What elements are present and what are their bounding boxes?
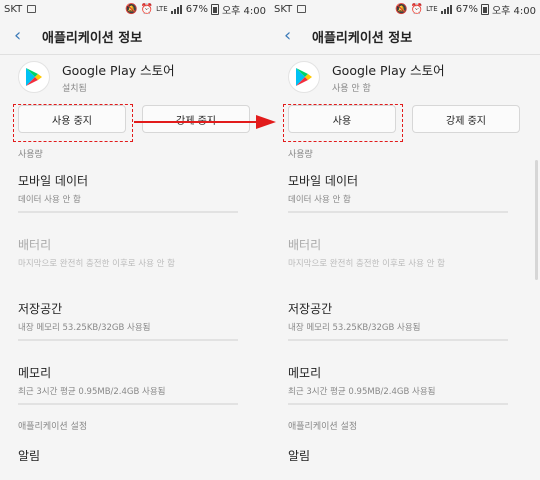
list-item-mobile-data[interactable]: 모바일 데이터 데이터 사용 안 함 bbox=[0, 161, 270, 225]
signal-icon bbox=[440, 4, 453, 14]
gallery-notification-icon bbox=[297, 5, 307, 13]
list-item-notifications[interactable]: 알림 bbox=[270, 433, 540, 480]
play-store-icon bbox=[288, 61, 320, 93]
usage-bar bbox=[18, 211, 238, 213]
list-item-mobile-data[interactable]: 모바일 데이터 데이터 사용 안 함 bbox=[270, 161, 540, 225]
app-name: Google Play 스토어 bbox=[62, 63, 175, 78]
memory-bar bbox=[18, 403, 238, 405]
item-title: 메모리 bbox=[18, 366, 52, 380]
battery-percent: 67% bbox=[455, 3, 478, 15]
item-subtitle: 내장 메모리 53.25KB/32GB 사용됨 bbox=[18, 323, 151, 333]
item-subtitle: 내장 메모리 53.25KB/32GB 사용됨 bbox=[288, 323, 421, 333]
clock: 오후 4:00 bbox=[491, 5, 536, 17]
status-bar: SKT 🔕 ⏰ LTE 67% 오후 4:00 bbox=[270, 0, 540, 18]
section-usage: 사용량 bbox=[18, 149, 43, 160]
list-item-battery: 배터리 마지막으로 완전히 충전한 이후로 사용 안 함 bbox=[0, 225, 270, 289]
signal-icon bbox=[170, 4, 183, 14]
status-bar: SKT 🔕 ⏰ LTE 67% 오후 4:00 bbox=[0, 0, 270, 18]
screen-after: SKT 🔕 ⏰ LTE 67% 오후 4:00 ‹ 애플리케이션 정보 Goog… bbox=[270, 0, 540, 480]
app-state: 사용 안 함 bbox=[332, 84, 371, 94]
highlight-disable-button bbox=[13, 104, 133, 142]
section-app-settings: 애플리케이션 설정 bbox=[18, 421, 88, 432]
item-subtitle: 데이터 사용 안 함 bbox=[288, 195, 351, 205]
mute-icon: 🔕 bbox=[125, 3, 138, 15]
item-title: 메모리 bbox=[288, 366, 322, 380]
force-stop-button[interactable]: 강제 중지 bbox=[142, 105, 250, 133]
lte-label: LTE bbox=[426, 5, 438, 13]
list-item-memory[interactable]: 메모리 최근 3시간 평균 0.95MB/2.4GB 사용됨 bbox=[270, 353, 540, 417]
item-title: 저장공간 bbox=[18, 302, 63, 316]
item-subtitle: 데이터 사용 안 함 bbox=[18, 195, 81, 205]
list-item-storage[interactable]: 저장공간 내장 메모리 53.25KB/32GB 사용됨 bbox=[0, 289, 270, 353]
app-header: Google Play 스토어 설치됨 bbox=[0, 55, 270, 99]
lte-label: LTE bbox=[156, 5, 168, 13]
app-state: 설치됨 bbox=[62, 84, 87, 94]
item-title: 배터리 bbox=[288, 238, 322, 252]
memory-bar bbox=[288, 403, 508, 405]
alarm-icon: ⏰ bbox=[140, 3, 154, 15]
play-store-icon bbox=[18, 61, 50, 93]
clock: 오후 4:00 bbox=[221, 5, 266, 17]
usage-bar bbox=[288, 211, 508, 213]
item-subtitle: 최근 3시간 평균 0.95MB/2.4GB 사용됨 bbox=[288, 387, 436, 397]
highlight-enable-button bbox=[283, 104, 403, 142]
list-item-storage[interactable]: 저장공간 내장 메모리 53.25KB/32GB 사용됨 bbox=[270, 289, 540, 353]
app-bar: ‹ 애플리케이션 정보 bbox=[0, 18, 270, 54]
back-arrow-icon[interactable]: ‹ bbox=[14, 27, 36, 45]
item-title: 모바일 데이터 bbox=[18, 174, 89, 188]
storage-bar bbox=[288, 339, 508, 341]
item-title: 배터리 bbox=[18, 238, 52, 252]
item-title: 알림 bbox=[288, 449, 311, 463]
item-subtitle: 마지막으로 완전히 충전한 이후로 사용 안 함 bbox=[18, 259, 175, 269]
page-title: 애플리케이션 정보 bbox=[312, 30, 413, 46]
list-item-memory[interactable]: 메모리 최근 3시간 평균 0.95MB/2.4GB 사용됨 bbox=[0, 353, 270, 417]
force-stop-button[interactable]: 강제 중지 bbox=[412, 105, 520, 133]
app-header: Google Play 스토어 사용 안 함 bbox=[270, 55, 540, 99]
battery-percent: 67% bbox=[185, 3, 208, 15]
carrier-label: SKT bbox=[274, 3, 293, 15]
list-item-battery: 배터리 마지막으로 완전히 충전한 이후로 사용 안 함 bbox=[270, 225, 540, 289]
app-name: Google Play 스토어 bbox=[332, 63, 445, 78]
back-arrow-icon[interactable]: ‹ bbox=[284, 27, 306, 45]
section-app-settings: 애플리케이션 설정 bbox=[288, 421, 358, 432]
list-item-notifications[interactable]: 알림 bbox=[0, 433, 270, 480]
item-subtitle: 마지막으로 완전히 충전한 이후로 사용 안 함 bbox=[288, 259, 445, 269]
mute-icon: 🔕 bbox=[395, 3, 408, 15]
app-bar: ‹ 애플리케이션 정보 bbox=[270, 18, 540, 54]
scrollbar[interactable] bbox=[535, 160, 538, 280]
item-title: 저장공간 bbox=[288, 302, 333, 316]
alarm-icon: ⏰ bbox=[410, 3, 424, 15]
item-title: 알림 bbox=[18, 449, 41, 463]
battery-icon bbox=[210, 3, 219, 15]
page-title: 애플리케이션 정보 bbox=[42, 30, 143, 46]
screen-before: SKT 🔕 ⏰ LTE 67% 오후 4:00 ‹ 애플리케이션 정보 Goog… bbox=[0, 0, 270, 480]
item-title: 모바일 데이터 bbox=[288, 174, 359, 188]
item-subtitle: 최근 3시간 평균 0.95MB/2.4GB 사용됨 bbox=[18, 387, 166, 397]
gallery-notification-icon bbox=[27, 5, 37, 13]
storage-bar bbox=[18, 339, 238, 341]
carrier-label: SKT bbox=[4, 3, 23, 15]
section-usage: 사용량 bbox=[288, 149, 313, 160]
battery-icon bbox=[480, 3, 489, 15]
